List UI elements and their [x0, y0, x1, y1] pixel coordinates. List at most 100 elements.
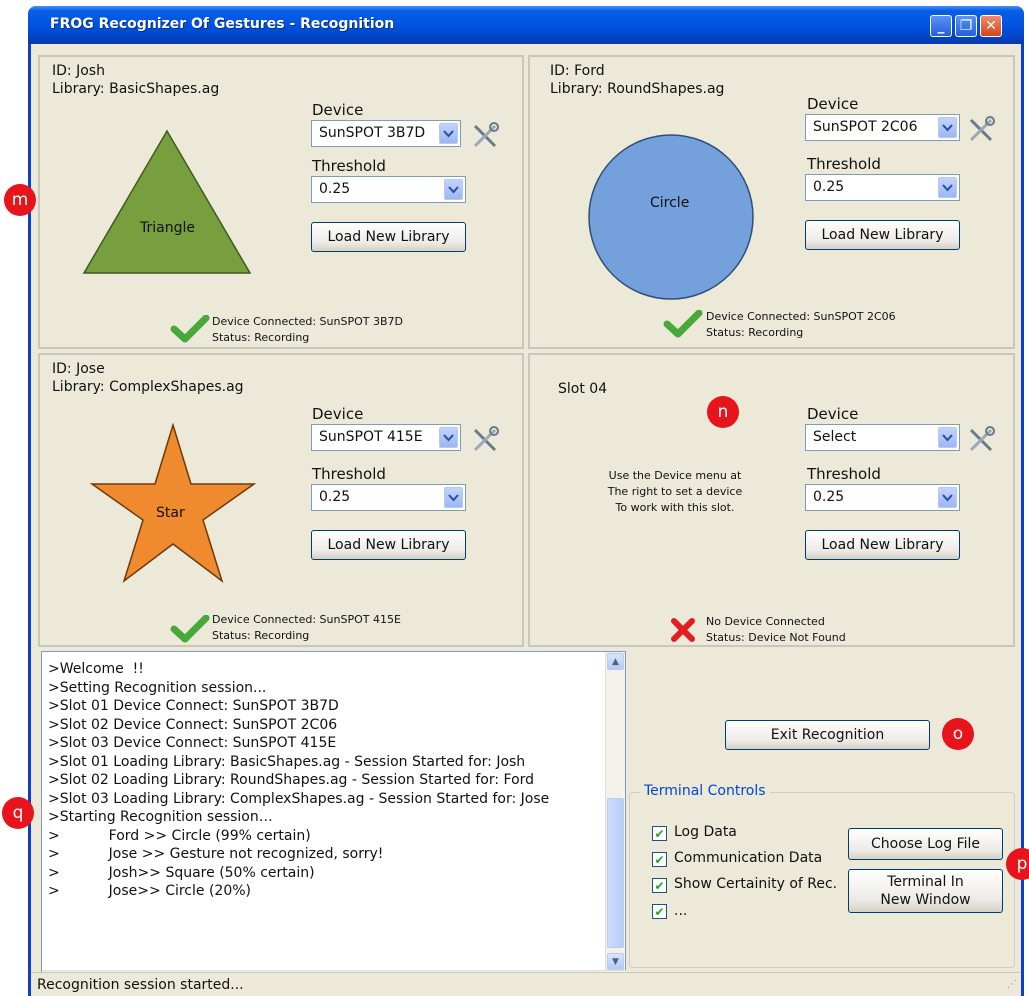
device-select-value: SunSPOT 415E: [319, 429, 423, 445]
terminal-text: >Welcome !! >Setting Recognition session.…: [48, 660, 549, 901]
settings-tools-icon[interactable]: [470, 121, 500, 151]
chevron-down-icon[interactable]: [444, 179, 463, 200]
settings-tools-icon[interactable]: [966, 115, 996, 145]
threshold-select[interactable]: 0.25: [311, 176, 466, 203]
chevron-down-icon[interactable]: [444, 487, 463, 508]
device-select-value: SunSPOT 3B7D: [319, 125, 426, 141]
check-icon: [663, 310, 703, 338]
help-line: The right to set a device: [607, 485, 743, 498]
terminal-line: >Slot 02 Loading Library: RoundShapes.ag…: [48, 772, 535, 788]
chevron-down-icon[interactable]: [439, 427, 458, 448]
circle-shape: [588, 134, 754, 300]
annotation-marker-q: q: [2, 797, 34, 829]
terminal-new-window-button[interactable]: Terminal In New Window: [848, 869, 1003, 913]
title-bar: FROG Recognizer Of Gestures - Recognitio…: [28, 6, 1024, 44]
close-button[interactable]: ✕: [980, 15, 1002, 37]
slot-id: ID: Jose: [52, 361, 105, 377]
device-select[interactable]: SunSPOT 3B7D: [311, 120, 461, 147]
status-bar-text: Recognition session started...: [37, 977, 244, 993]
settings-tools-icon[interactable]: [470, 425, 500, 455]
checkbox-label: Log Data: [674, 824, 737, 840]
status-device: Device Connected: SunSPOT 2C06: [706, 310, 896, 323]
terminal-line: > Jose>> Circle (20%): [48, 883, 251, 899]
load-library-button[interactable]: Load New Library: [805, 530, 960, 560]
terminal-line: > Jose >> Gesture not recognized, sorry!: [48, 846, 384, 862]
settings-tools-icon[interactable]: [966, 425, 996, 455]
extra-option-checkbox[interactable]: ✔: [652, 904, 667, 919]
chevron-down-icon[interactable]: [439, 123, 458, 144]
app-window: FROG Recognizer Of Gestures - Recognitio…: [28, 6, 1024, 996]
restore-icon: ❐: [959, 18, 973, 34]
annotation-marker-o: o: [942, 718, 974, 750]
device-label: Device: [312, 101, 364, 119]
terminal-line: >Slot 03 Loading Library: ComplexShapes.…: [48, 790, 550, 807]
load-library-button[interactable]: Load New Library: [311, 222, 466, 252]
device-select[interactable]: SunSPOT 415E: [311, 424, 461, 451]
checkbox-label: ...: [674, 903, 688, 919]
scroll-thumb[interactable]: [607, 798, 624, 948]
annotation-marker-m: m: [4, 184, 36, 216]
chevron-down-icon[interactable]: [938, 427, 957, 448]
annotation-marker-n: n: [707, 396, 739, 428]
device-select[interactable]: Select: [805, 424, 960, 451]
vertical-scrollbar[interactable]: ▲ ▼: [605, 652, 625, 972]
button-label-line: Terminal In: [887, 874, 964, 890]
log-data-checkbox[interactable]: ✔: [652, 826, 667, 841]
threshold-label: Threshold: [312, 157, 386, 175]
check-icon: [170, 615, 210, 643]
threshold-label: Threshold: [312, 465, 386, 483]
terminal-line: >Slot 01 Loading Library: BasicShapes.ag…: [48, 753, 526, 770]
load-library-button[interactable]: Load New Library: [805, 220, 960, 250]
close-icon: ✕: [985, 18, 997, 34]
slot-3: ID: Jose Library: ComplexShapes.ag Star …: [38, 353, 524, 647]
slot-id: ID: Josh: [52, 63, 105, 79]
device-label: Device: [807, 405, 859, 423]
status-device: Device Connected: SunSPOT 3B7D: [212, 315, 403, 328]
slot-title: Slot 04: [558, 381, 608, 397]
minimize-button[interactable]: _: [930, 15, 952, 37]
scroll-down-icon[interactable]: ▼: [607, 953, 624, 970]
threshold-select[interactable]: 0.25: [311, 484, 466, 511]
threshold-select[interactable]: 0.25: [805, 174, 960, 201]
device-label: Device: [312, 405, 364, 423]
device-label: Device: [807, 95, 859, 113]
show-certainty-checkbox[interactable]: ✔: [652, 878, 667, 893]
terminal-controls-group: Terminal Controls ✔ Log Data ✔ Communica…: [629, 783, 1015, 968]
terminal-line: >Slot 02 Device Connect: SunSPOT 2C06: [48, 716, 338, 733]
checkbox-label: Show Certainity of Rec.: [674, 876, 838, 892]
chevron-down-icon[interactable]: [938, 487, 957, 508]
slot-4: Slot 04 Use the Device menu at The right…: [528, 353, 1015, 647]
status-device: Device Connected: SunSPOT 415E: [212, 613, 401, 626]
threshold-label: Threshold: [807, 155, 881, 173]
choose-log-file-button[interactable]: Choose Log File: [848, 828, 1003, 860]
communication-data-checkbox[interactable]: ✔: [652, 852, 667, 867]
terminal-output[interactable]: >Welcome !! >Setting Recognition session.…: [41, 651, 627, 993]
threshold-label: Threshold: [807, 465, 881, 483]
chevron-down-icon[interactable]: [938, 117, 957, 138]
checkbox-label: Communication Data: [674, 850, 823, 866]
device-select-value: SunSPOT 2C06: [813, 119, 918, 135]
connection-status: Device Connected: SunSPOT 415E Status: R…: [212, 612, 401, 644]
scroll-up-icon[interactable]: ▲: [607, 653, 624, 670]
resize-grip-icon[interactable]: ⋰: [1007, 979, 1017, 990]
shape-label: Circle: [650, 195, 690, 211]
window-title: FROG Recognizer Of Gestures - Recognitio…: [50, 16, 395, 32]
error-x-icon: [671, 618, 695, 642]
terminal-line: >Setting Recognition session...: [48, 679, 267, 696]
threshold-select-value: 0.25: [813, 179, 845, 195]
shape-label: Star: [156, 505, 185, 521]
threshold-select-value: 0.25: [319, 181, 351, 197]
threshold-select[interactable]: 0.25: [805, 484, 960, 511]
status-state: Status: Recording: [212, 629, 310, 642]
device-select[interactable]: SunSPOT 2C06: [805, 114, 960, 141]
restore-button[interactable]: ❐: [955, 15, 977, 37]
load-library-button[interactable]: Load New Library: [311, 530, 466, 560]
terminal-line: >Slot 01 Device Connect: SunSPOT 3B7D: [48, 698, 339, 714]
status-state: Status: Recording: [212, 331, 310, 344]
triangle-shape: [82, 129, 252, 274]
chevron-down-icon[interactable]: [938, 177, 957, 198]
terminal-controls-legend: Terminal Controls: [640, 783, 770, 799]
exit-recognition-button[interactable]: Exit Recognition: [725, 720, 930, 750]
connection-status: Device Connected: SunSPOT 3B7D Status: R…: [212, 314, 403, 346]
slot-help-message: Use the Device menu at The right to set …: [590, 468, 760, 516]
